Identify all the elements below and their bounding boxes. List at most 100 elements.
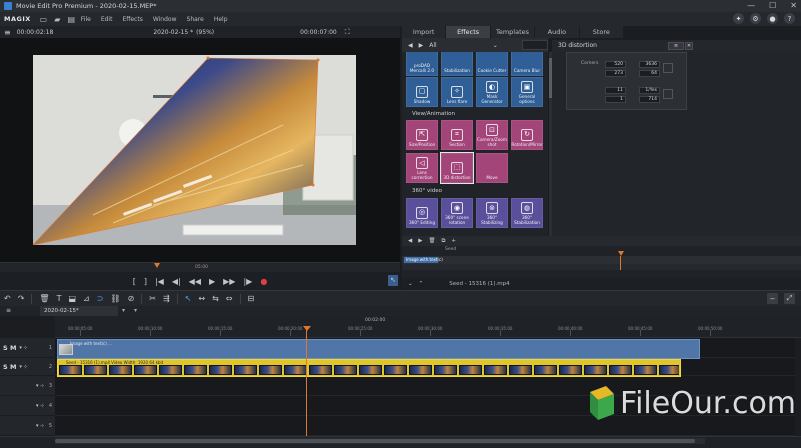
- forward-icon[interactable]: ▶▶: [223, 277, 235, 286]
- menu-lines-icon[interactable]: ≡: [4, 28, 11, 37]
- redo-icon[interactable]: ↷: [18, 294, 25, 303]
- image-clip[interactable]: Image with text(c) ...: [57, 339, 700, 359]
- menu-window[interactable]: Window: [153, 16, 177, 23]
- multi-tool-icon[interactable]: ⇆: [212, 294, 219, 303]
- close-tab-icon[interactable]: ▾: [122, 306, 125, 316]
- effect-tile-360-stabilizing[interactable]: ⊚ 360° Stabilizing: [476, 198, 508, 228]
- distortion-field-1[interactable]: 520: [605, 61, 626, 68]
- preview-monitor[interactable]: [0, 38, 400, 262]
- open-folder-icon[interactable]: ▰: [53, 15, 62, 24]
- effect-tile-section[interactable]: ⌗ Section: [441, 120, 473, 150]
- distortion-field-2[interactable]: 3636: [639, 61, 660, 68]
- category-view-animation[interactable]: View/Animation: [402, 110, 548, 119]
- effect-tile-lens-flare[interactable]: ✧ Lens flare: [441, 77, 473, 107]
- effect-tile-general-options[interactable]: ▣ General options: [511, 77, 543, 107]
- menu-edit[interactable]: Edit: [101, 16, 113, 23]
- playhead-handle[interactable]: [303, 326, 311, 331]
- effect-tile-mask[interactable]: ◐ Mask Generator: [476, 77, 508, 107]
- chevron-down-icon[interactable]: ⌄: [493, 42, 498, 49]
- solo-mute-toggle[interactable]: S M: [3, 363, 16, 371]
- add-icon[interactable]: +: [451, 238, 456, 244]
- scene-detect-icon[interactable]: ⊟: [248, 294, 255, 303]
- menu-share[interactable]: Share: [187, 16, 204, 23]
- tab-templates[interactable]: Templates: [491, 26, 536, 38]
- menu-file[interactable]: File: [81, 16, 91, 23]
- effect-tile-move[interactable]: Move: [476, 153, 508, 183]
- effects-search-input[interactable]: [522, 40, 548, 50]
- preview-ruler[interactable]: 05:00: [0, 262, 400, 272]
- maximize-button[interactable]: ☐: [769, 0, 776, 12]
- effect-tile-shadow[interactable]: ▢ Shadow: [406, 77, 438, 107]
- tab-effects[interactable]: Effects: [446, 26, 491, 38]
- timeline-playhead[interactable]: [306, 326, 307, 436]
- track-header-5[interactable]: ▾ ⊹ 5: [0, 416, 55, 436]
- magnet-icon[interactable]: ⊃: [97, 294, 104, 303]
- effect-tile[interactable]: Cookie Cutter: [476, 52, 508, 76]
- collapse-icon[interactable]: ⌄: [408, 281, 413, 287]
- effect-tile[interactable]: Camera Blur: [511, 52, 543, 76]
- link-corners-icon[interactable]: [663, 63, 673, 73]
- undo-icon[interactable]: ↶: [4, 294, 11, 303]
- close-settings-icon[interactable]: ✕: [685, 42, 693, 50]
- minimize-button[interactable]: —: [747, 0, 755, 12]
- effect-tile-360-stabilization[interactable]: ◍ 360° Stabilization: [511, 198, 543, 228]
- category-360-video[interactable]: 360° video: [402, 187, 548, 196]
- marker-icon[interactable]: ⬓: [68, 294, 76, 303]
- tab-menu-icon[interactable]: ≡: [6, 306, 11, 316]
- magic-wand-icon[interactable]: ✦: [733, 13, 744, 24]
- select-tool-icon[interactable]: ↖: [185, 294, 192, 303]
- arrow-left-icon[interactable]: ◀: [408, 238, 412, 244]
- track-header-3[interactable]: ▾ ⊹ 3: [0, 376, 55, 396]
- clip-strip-ruler[interactable]: [402, 251, 801, 270]
- solo-mute-toggle[interactable]: S M: [3, 344, 16, 352]
- stretch-tool-icon[interactable]: ⇔: [226, 294, 233, 303]
- menu-help[interactable]: Help: [214, 16, 228, 23]
- track-lock-icon[interactable]: ▾ ⊹: [19, 364, 27, 370]
- split-icon[interactable]: ⊿: [83, 294, 90, 303]
- trash-icon[interactable]: 🗑: [428, 238, 435, 244]
- zoom-fit-icon[interactable]: ⤢: [784, 293, 795, 304]
- tab-store[interactable]: Store: [580, 26, 625, 38]
- tab-audio[interactable]: Audio: [535, 26, 580, 38]
- step-back-icon[interactable]: ◀|: [172, 277, 181, 286]
- save-icon[interactable]: ▤: [67, 15, 76, 24]
- record-icon[interactable]: ●: [767, 13, 778, 24]
- clip-chip[interactable]: Image.with.text(c): [404, 257, 443, 263]
- effect-tile-360-editing[interactable]: ◎ 360° Editing: [406, 198, 438, 228]
- pointer-mode-icon[interactable]: ↖: [388, 275, 398, 286]
- zoom-out-icon[interactable]: −: [767, 293, 778, 304]
- cut-icon[interactable]: ✂: [149, 294, 156, 303]
- effect-tile[interactable]: proDAD Mercalli 2.0: [406, 52, 438, 76]
- ripple-icon[interactable]: ⇶: [163, 294, 170, 303]
- menu-effects[interactable]: Effects: [122, 16, 142, 23]
- effect-tile-3d-distortion[interactable]: ⬚ 3D distortion: [440, 152, 474, 184]
- timeline-ruler[interactable]: 00:02:00 00:00:05:00 00:00:10:00 00:00:15:…: [55, 316, 801, 338]
- track-header-1[interactable]: S M ▾ ⊹ 1: [0, 338, 55, 358]
- back-icon[interactable]: ◀: [408, 42, 413, 49]
- gear-icon[interactable]: ⚙: [750, 13, 761, 24]
- preview-playhead-marker[interactable]: [154, 263, 160, 268]
- range-tool-icon[interactable]: ↔: [198, 294, 205, 303]
- rewind-icon[interactable]: ◀◀: [189, 277, 201, 286]
- step-forward-icon[interactable]: |▶: [243, 277, 252, 286]
- tab-dropdown-icon[interactable]: ▾: [134, 306, 137, 316]
- copy-icon[interactable]: ⧉: [441, 238, 445, 245]
- forward-nav-icon[interactable]: ▶: [419, 42, 424, 49]
- project-tab[interactable]: 2020-02-15*: [40, 306, 118, 316]
- distortion-field-6[interactable]: 1/Yes: [639, 87, 660, 94]
- effect-tile[interactable]: Stabilization: [441, 52, 473, 76]
- text-icon[interactable]: T: [57, 294, 62, 303]
- clip-strip-playhead[interactable]: [618, 251, 624, 256]
- track-header-4[interactable]: ▾ ⊹ 4: [0, 396, 55, 416]
- mute-icon[interactable]: ⊘: [128, 294, 135, 303]
- prev-marker-icon[interactable]: |◀: [155, 277, 164, 286]
- delete-icon[interactable]: 🗑: [39, 294, 49, 303]
- reset-button[interactable]: ≡: [668, 42, 684, 50]
- effect-tile-size-position[interactable]: ⇱ Size/Position: [406, 120, 438, 150]
- new-file-icon[interactable]: ▭: [39, 15, 48, 24]
- distortion-field-8[interactable]: 714: [639, 96, 660, 103]
- distortion-field-4[interactable]: 64: [639, 70, 660, 77]
- help-icon[interactable]: ?: [784, 13, 795, 24]
- effect-tile-camera-zoom[interactable]: ⊡ Camera/Zoom shot: [476, 120, 508, 150]
- filter-dropdown[interactable]: All: [429, 42, 436, 49]
